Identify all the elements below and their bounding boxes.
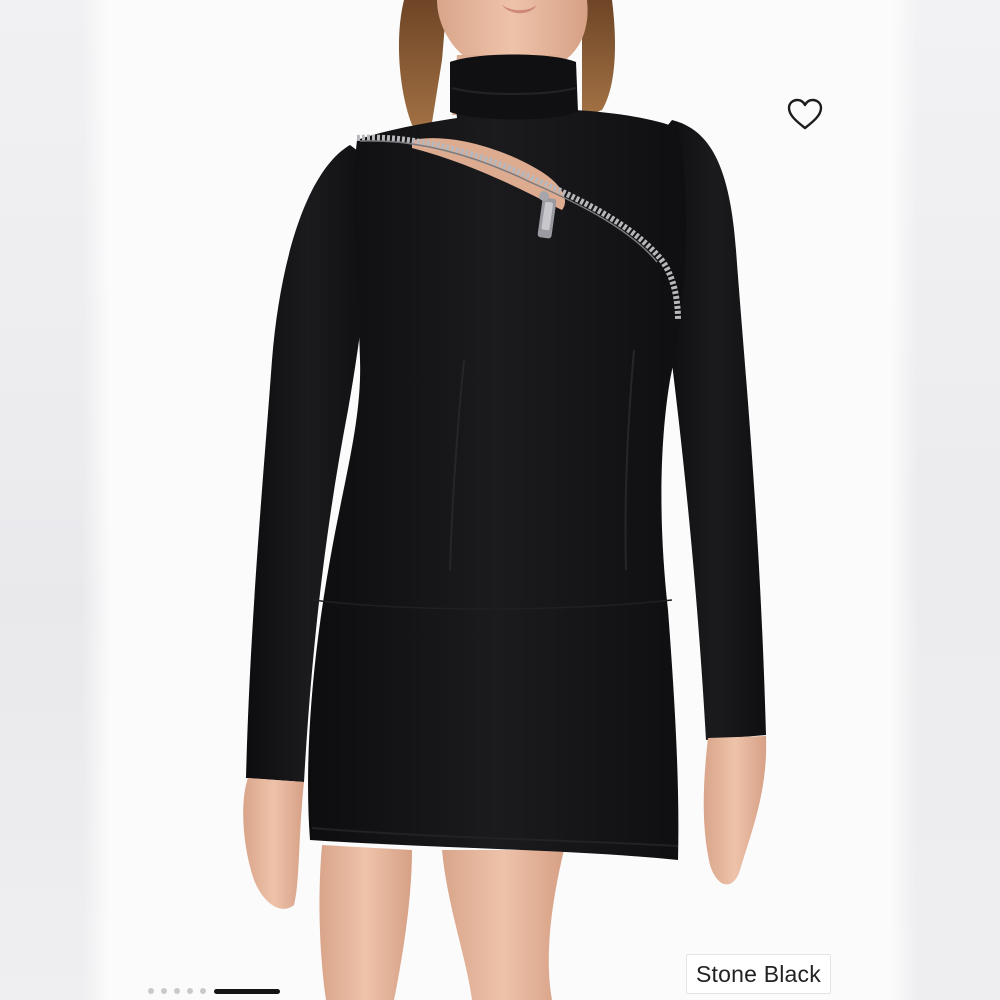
color-name-label: Stone Black [696, 960, 821, 987]
pagination-dot[interactable] [161, 988, 167, 994]
blurred-background-right [888, 0, 1000, 1000]
pagination-dot[interactable] [187, 988, 193, 994]
pagination-dot[interactable] [148, 988, 154, 994]
heart-outline-icon [787, 98, 823, 130]
favorite-button[interactable] [786, 97, 824, 133]
pagination-active-indicator[interactable] [214, 988, 280, 994]
product-photo[interactable] [112, 0, 888, 1000]
dress-collar [450, 54, 578, 120]
dress-body [308, 64, 687, 860]
model-legs [319, 845, 564, 1000]
product-image-viewer: Stone Black [0, 0, 1000, 1000]
pagination-dot[interactable] [200, 988, 206, 994]
gallery-pagination [148, 987, 280, 995]
pagination-dot[interactable] [174, 988, 180, 994]
blurred-background-left [0, 0, 112, 1000]
color-name-badge: Stone Black [686, 954, 831, 994]
